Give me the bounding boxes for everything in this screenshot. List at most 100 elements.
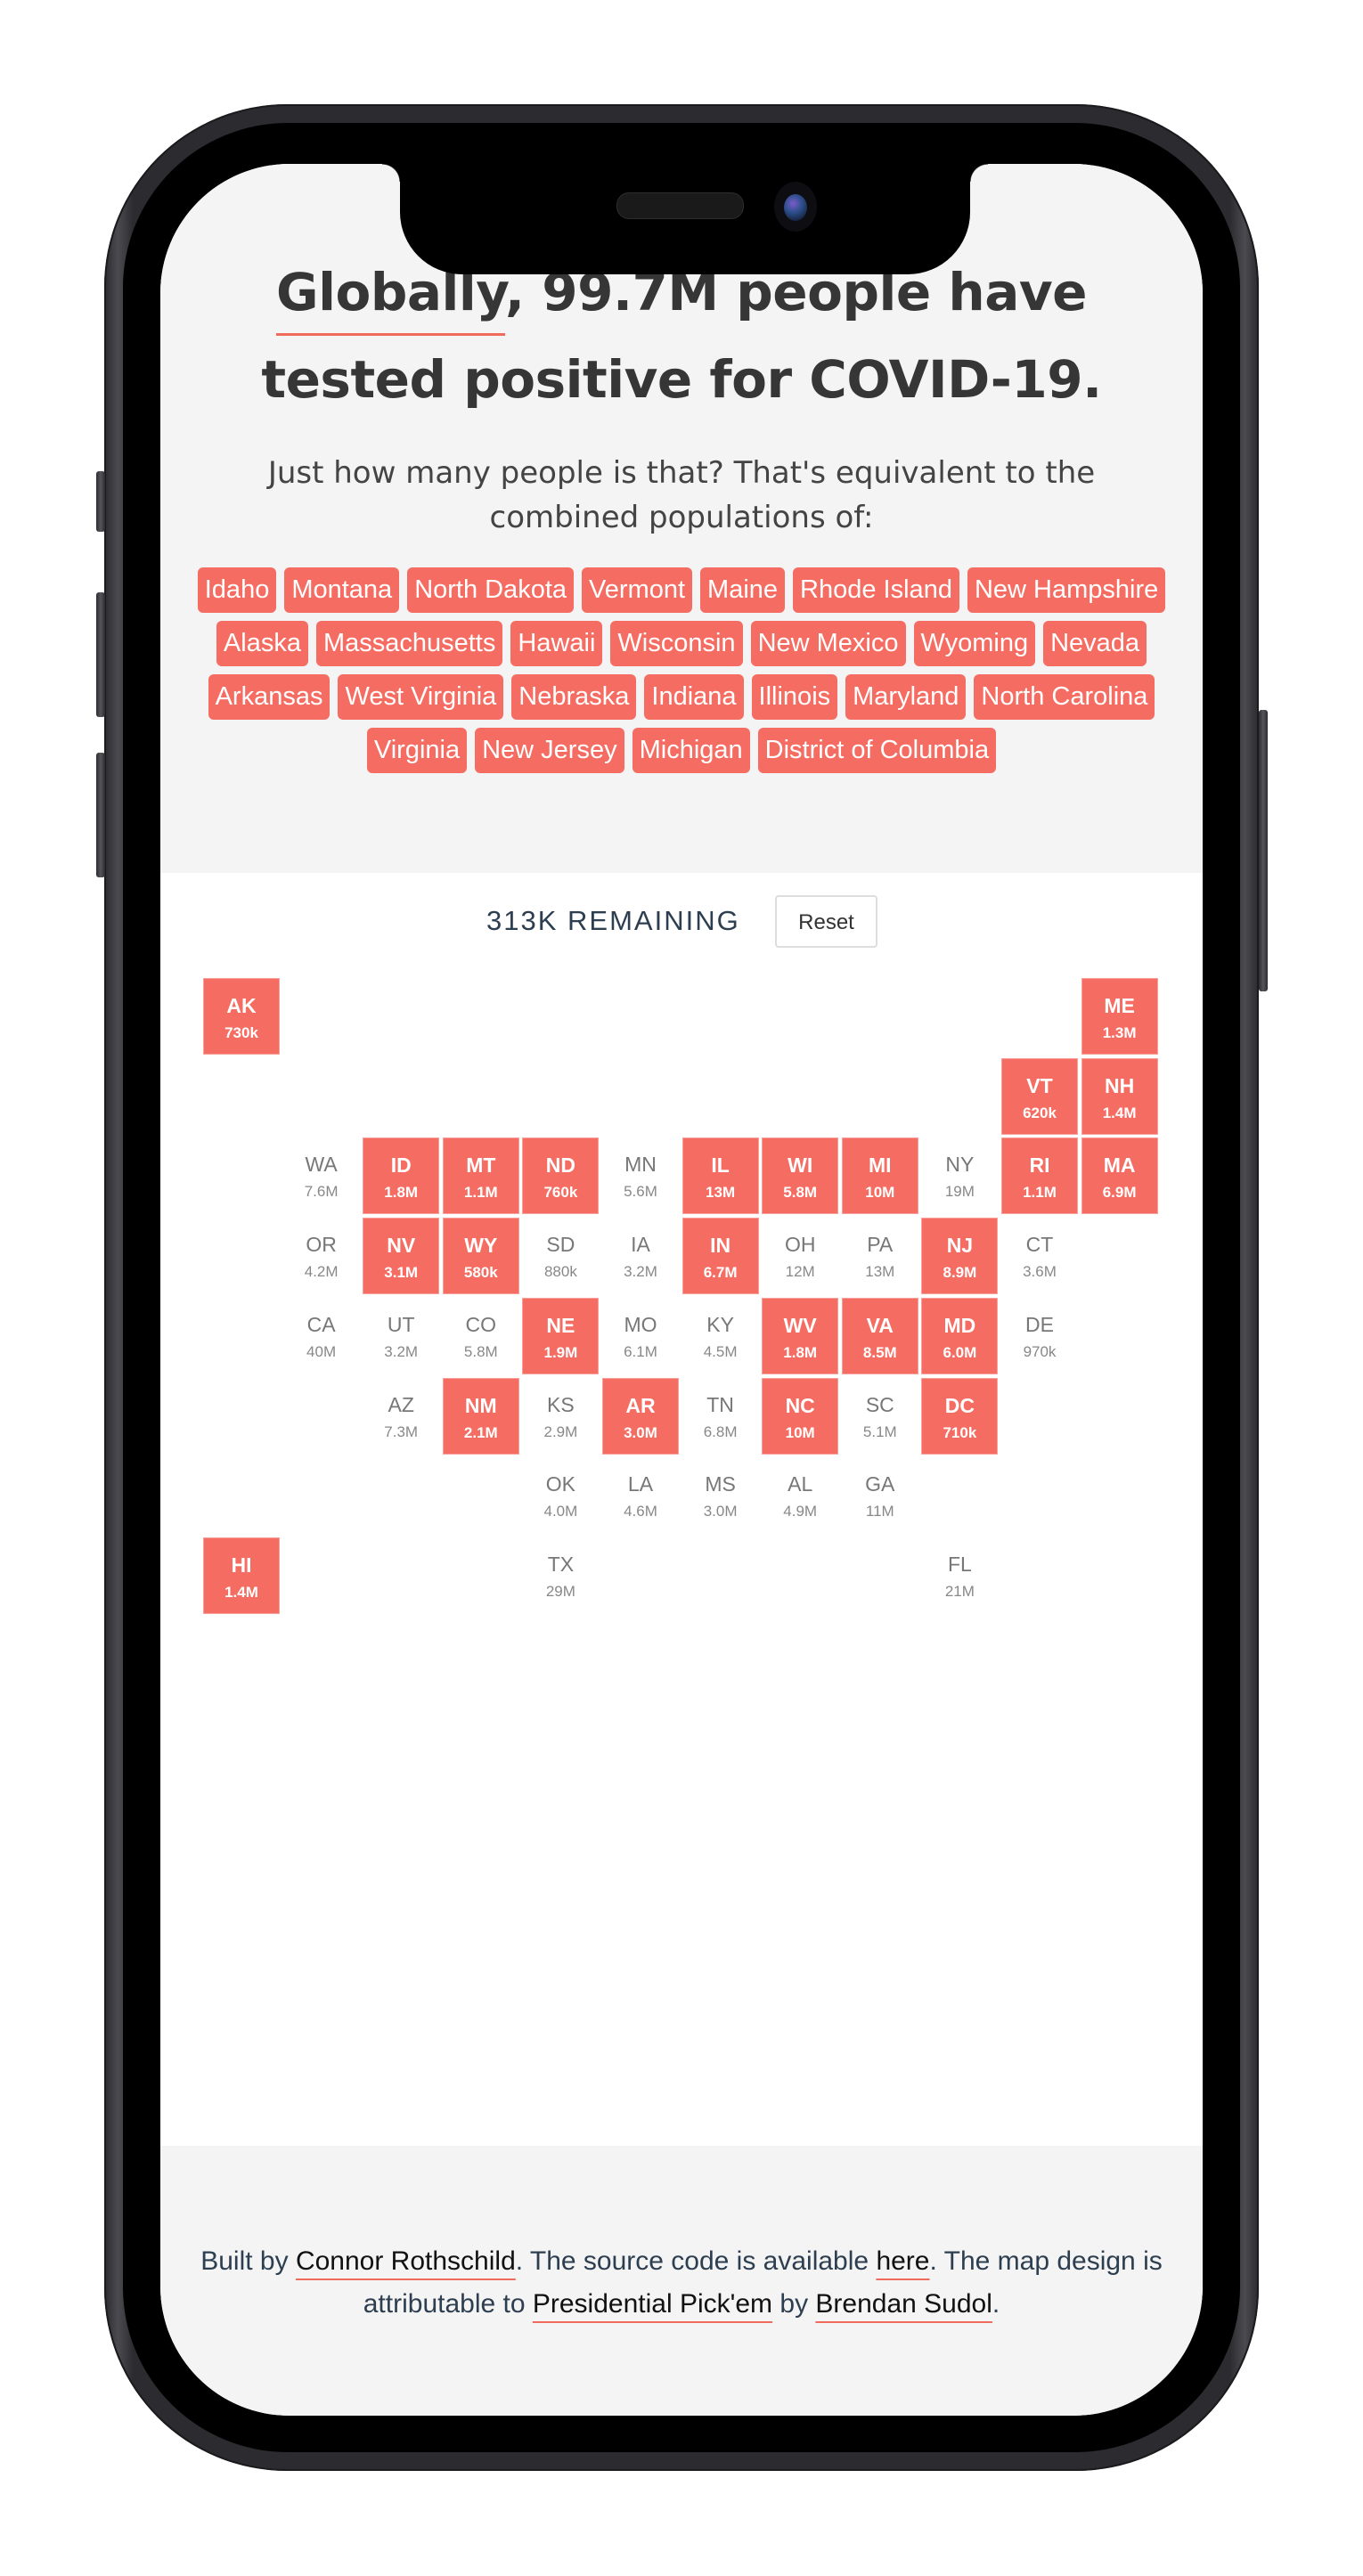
- state-tag[interactable]: Wyoming: [913, 621, 1036, 666]
- state-tag[interactable]: West Virginia: [338, 674, 504, 720]
- state-tile-mt[interactable]: MT 1.1M: [442, 1137, 519, 1215]
- state-tile-az[interactable]: AZ 7.3M: [363, 1378, 439, 1455]
- state-tile-ny[interactable]: NY 19M: [921, 1137, 998, 1214]
- state-tag[interactable]: Rhode Island: [793, 567, 959, 613]
- state-tile-la[interactable]: LA 4.6M: [602, 1457, 679, 1534]
- state-tile-oh[interactable]: OH 12M: [762, 1218, 838, 1294]
- state-tile-va[interactable]: VA 8.5M: [841, 1297, 918, 1374]
- state-tag[interactable]: Maryland: [845, 674, 967, 720]
- state-tile-nv[interactable]: NV 3.1M: [363, 1218, 440, 1295]
- state-abbr: NY: [945, 1153, 975, 1177]
- state-tile-vt[interactable]: VT 620k: [1001, 1057, 1078, 1135]
- state-tag[interactable]: Vermont: [582, 567, 693, 613]
- state-tag[interactable]: New Hampshire: [967, 567, 1166, 613]
- state-tile-ct[interactable]: CT 3.6M: [1001, 1218, 1078, 1294]
- state-population: 1.8M: [384, 1184, 419, 1202]
- state-abbr: MN: [624, 1153, 657, 1177]
- state-tile-nj[interactable]: NJ 8.9M: [921, 1218, 999, 1295]
- state-tile-mn[interactable]: MN 5.6M: [602, 1137, 679, 1214]
- state-abbr: UT: [387, 1312, 415, 1336]
- state-tile-me[interactable]: ME 1.3M: [1081, 978, 1158, 1055]
- state-tag[interactable]: North Carolina: [974, 674, 1155, 720]
- state-tile-ri[interactable]: RI 1.1M: [1001, 1137, 1078, 1215]
- state-tile-sc[interactable]: SC 5.1M: [842, 1378, 918, 1455]
- state-abbr: SC: [865, 1392, 894, 1416]
- state-tile-ks[interactable]: KS 2.9M: [522, 1378, 599, 1455]
- design-link[interactable]: Presidential Pick'em: [533, 2289, 772, 2319]
- state-tile-mi[interactable]: MI 10M: [841, 1137, 918, 1215]
- state-tile-ne[interactable]: NE 1.9M: [522, 1297, 600, 1374]
- state-tile-id[interactable]: ID 1.8M: [363, 1137, 440, 1215]
- state-tile-wy[interactable]: WY 580k: [442, 1218, 519, 1295]
- state-tile-nh[interactable]: NH 1.4M: [1081, 1057, 1158, 1135]
- state-tag[interactable]: District of Columbia: [757, 728, 997, 773]
- state-tag[interactable]: Hawaii: [510, 621, 603, 666]
- state-population: 5.6M: [624, 1183, 657, 1201]
- state-tile-ia[interactable]: IA 3.2M: [602, 1218, 679, 1294]
- state-tile-mo[interactable]: MO 6.1M: [602, 1298, 679, 1374]
- state-tag[interactable]: Michigan: [632, 728, 750, 773]
- state-tile-wv[interactable]: WV 1.8M: [762, 1297, 839, 1374]
- footer-text-2: . The source code is available: [515, 2246, 877, 2276]
- state-tile-fl[interactable]: FL 21M: [921, 1537, 998, 1614]
- source-code-link[interactable]: here: [876, 2246, 929, 2276]
- state-abbr: ID: [390, 1153, 412, 1178]
- state-tag[interactable]: Maine: [700, 567, 786, 613]
- state-tile-wi[interactable]: WI 5.8M: [762, 1137, 839, 1215]
- state-tag[interactable]: Illinois: [751, 674, 838, 720]
- state-tile-wa[interactable]: WA 7.6M: [283, 1137, 360, 1214]
- state-tag[interactable]: Idaho: [197, 567, 277, 613]
- state-tile-co[interactable]: CO 5.8M: [443, 1298, 519, 1374]
- state-tile-al[interactable]: AL 4.9M: [762, 1457, 838, 1534]
- state-tag[interactable]: Nevada: [1043, 621, 1147, 666]
- state-tile-dc[interactable]: DC 710k: [921, 1377, 999, 1455]
- state-tag[interactable]: Nebraska: [511, 674, 637, 720]
- state-tile-tn[interactable]: TN 6.8M: [682, 1378, 759, 1455]
- state-tile-ok[interactable]: OK 4.0M: [522, 1457, 599, 1534]
- state-tile-nc[interactable]: NC 10M: [762, 1377, 839, 1455]
- state-tile-or[interactable]: OR 4.2M: [283, 1218, 360, 1294]
- state-tag[interactable]: Arkansas: [208, 674, 331, 720]
- state-population: 19M: [944, 1183, 975, 1201]
- state-tile-in[interactable]: IN 6.7M: [682, 1218, 759, 1295]
- state-tag[interactable]: Alaska: [216, 621, 308, 666]
- state-tile-md[interactable]: MD 6.0M: [921, 1297, 999, 1374]
- state-tile-tx[interactable]: TX 29M: [522, 1537, 599, 1614]
- state-abbr: VA: [866, 1313, 894, 1337]
- reset-button[interactable]: Reset: [775, 895, 877, 948]
- designer-link[interactable]: Brendan Sudol: [815, 2289, 992, 2319]
- remaining-count: 313K REMAINING: [486, 905, 740, 936]
- footer-text-4: by: [772, 2289, 816, 2319]
- state-tag[interactable]: New Jersey: [475, 728, 624, 773]
- state-population: 10M: [785, 1423, 815, 1441]
- state-tag[interactable]: Virginia: [366, 728, 468, 773]
- state-tile-nd[interactable]: ND 760k: [522, 1137, 600, 1215]
- state-tag[interactable]: Wisconsin: [610, 621, 743, 666]
- state-tile-de[interactable]: DE 970k: [1001, 1298, 1078, 1374]
- state-tile-ma[interactable]: MA 6.9M: [1081, 1137, 1158, 1215]
- state-tile-sd[interactable]: SD 880k: [522, 1218, 599, 1294]
- state-tag[interactable]: Massachusetts: [315, 621, 503, 666]
- state-tile-hi[interactable]: HI 1.4M: [203, 1537, 280, 1614]
- state-abbr: RI: [1029, 1153, 1050, 1178]
- state-abbr: NJ: [946, 1234, 974, 1258]
- state-tile-ut[interactable]: UT 3.2M: [363, 1298, 439, 1374]
- state-tile-ca[interactable]: CA 40M: [283, 1298, 360, 1374]
- state-population: 580k: [463, 1264, 498, 1282]
- state-tile-ak[interactable]: AK 730k: [203, 978, 280, 1055]
- state-tile-nm[interactable]: NM 2.1M: [442, 1377, 519, 1455]
- state-tag[interactable]: Montana: [284, 567, 400, 613]
- state-abbr: OK: [545, 1472, 575, 1496]
- state-tile-pa[interactable]: PA 13M: [842, 1218, 918, 1294]
- author-link[interactable]: Connor Rothschild: [296, 2246, 516, 2276]
- state-tile-ar[interactable]: AR 3.0M: [602, 1377, 679, 1455]
- state-tile-ga[interactable]: GA 11M: [842, 1457, 918, 1534]
- state-tile-il[interactable]: IL 13M: [682, 1137, 759, 1215]
- state-tile-ms[interactable]: MS 3.0M: [682, 1457, 759, 1534]
- state-tag[interactable]: New Mexico: [750, 621, 906, 666]
- state-population: 1.3M: [1102, 1024, 1137, 1041]
- state-tag[interactable]: North Dakota: [407, 567, 575, 613]
- state-tile-ky[interactable]: KY 4.5M: [682, 1298, 759, 1374]
- state-tag[interactable]: Indiana: [644, 674, 744, 720]
- state-abbr: CO: [465, 1312, 497, 1336]
